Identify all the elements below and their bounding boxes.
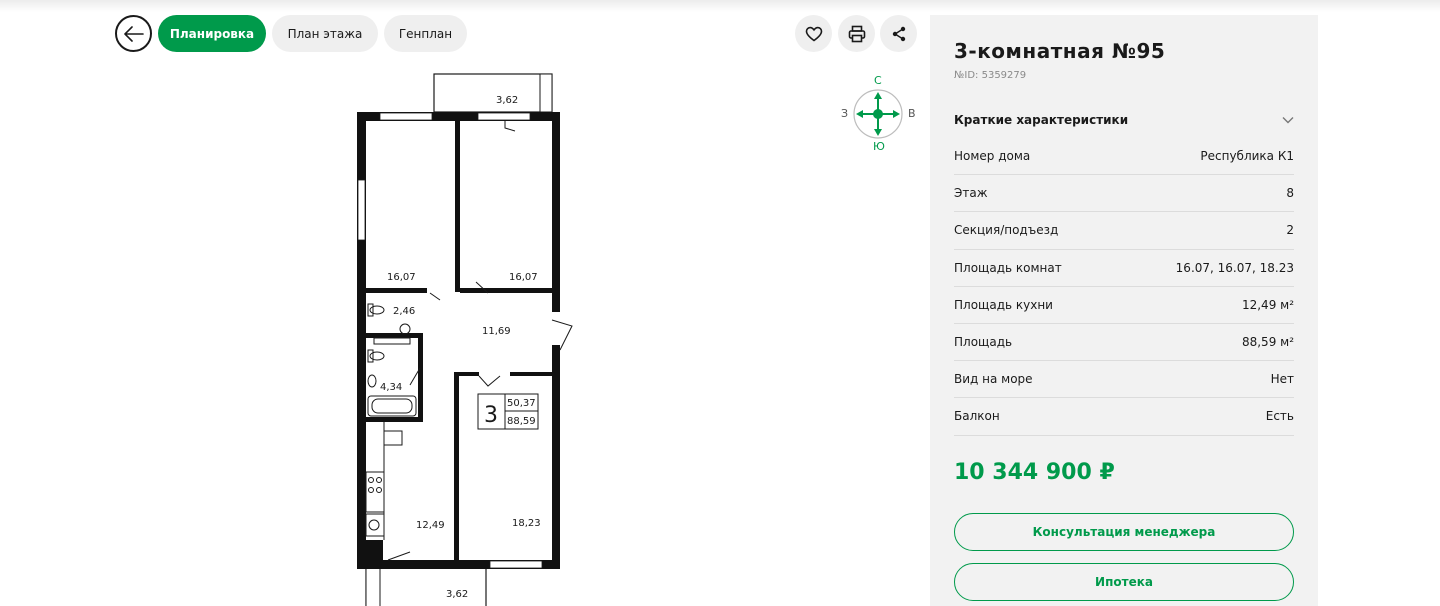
balcony-bottom [365,567,487,606]
spec-label: Номер дома [954,149,1031,164]
spec-value: 2 [1286,223,1294,238]
spec-label: Этаж [954,186,988,201]
spec-row: Площадь кухни 12,49 м² [954,287,1294,324]
spec-label: Площадь комнат [954,260,1062,275]
spec-label: Вид на море [954,372,1033,387]
favorite-button[interactable] [795,15,832,52]
consult-manager-button[interactable]: Консультация менеджера [954,513,1294,551]
spec-row: Секция/подъезд 2 [954,212,1294,250]
spec-value: Есть [1265,409,1294,424]
specs-toggle[interactable]: Краткие характеристики [954,113,1294,127]
badge-living-area: 50,37 [507,398,536,409]
specs-title: Краткие характеристики [954,113,1129,127]
compass-west-label: З [841,107,849,120]
spec-row: Этаж 8 [954,175,1294,213]
spec-value: 88,59 м² [1241,335,1294,350]
print-button[interactable] [838,15,875,52]
tab-layout[interactable]: Планировка [158,15,266,52]
spec-row: Вид на море Нет [954,361,1294,399]
spec-row: Балкон Есть [954,398,1294,436]
spec-value: 8 [1286,186,1294,201]
compass-north-label: С [874,74,882,87]
print-icon [848,25,865,42]
header-shadow [0,0,1440,12]
bathroom-area: 4,34 [380,382,402,393]
back-button[interactable] [115,15,152,52]
spec-value: Республика К1 [1200,149,1294,164]
tab-floor-plan[interactable]: План этажа [272,15,378,52]
badge-total-area: 88,59 [507,416,536,427]
room-bottom-area: 18,23 [512,518,541,529]
room-left-area: 16,07 [387,272,416,283]
kitchen-area: 12,49 [416,520,445,531]
bathroom-small-area: 2,46 [393,306,415,317]
interior-walls [365,120,552,560]
room-right-area: 16,07 [509,272,538,283]
compass: С Ю З В [838,74,918,154]
balcony-top [433,73,553,113]
spec-label: Площадь [954,335,1013,350]
spec-value: Нет [1270,372,1294,387]
apartment-title: 3-комнатная №95 [954,39,1166,63]
mortgage-button[interactable]: Ипотека [954,563,1294,601]
spec-label: Секция/подъезд [954,223,1059,238]
floor-plan: 3,62 16,07 16,07 2,46 11,69 4,34 12,49 1… [357,73,573,606]
spec-row: Площадь комнат 16.07, 16.07, 18.23 [954,250,1294,287]
price: 10 344 900 ₽ [954,460,1115,485]
hall-area: 11,69 [482,326,511,337]
compass-south-label: Ю [873,140,885,153]
spec-row: Площадь 88,59 м² [954,324,1294,362]
badge-rooms: 3 [484,403,498,428]
share-button[interactable] [880,15,917,52]
spec-value: 12,49 м² [1241,297,1294,312]
spec-row: Номер дома Республика К1 [954,138,1294,176]
specs-list: Номер дома Республика К1 Этаж 8 Секция/под… [954,138,1294,436]
balcony-bottom-area: 3,62 [446,589,468,600]
compass-east-label: В [908,107,916,120]
spec-label: Площадь кухни [954,297,1053,312]
door-swings [387,121,573,561]
windows [357,112,543,569]
tab-master-plan[interactable]: Генплан [384,15,467,52]
chevron-down-icon [1282,117,1294,124]
spec-value: 16.07, 16.07, 18.23 [1175,260,1294,275]
balcony-top-area: 3,62 [496,95,518,106]
arrow-left-icon [123,25,144,42]
apartment-panel: 3-комнатная №95 №ID: 5359279 Краткие хар… [930,15,1318,606]
heart-icon [805,26,822,41]
apartment-id: №ID: 5359279 [954,70,1027,81]
share-icon [892,26,905,41]
spec-label: Балкон [954,409,1000,424]
